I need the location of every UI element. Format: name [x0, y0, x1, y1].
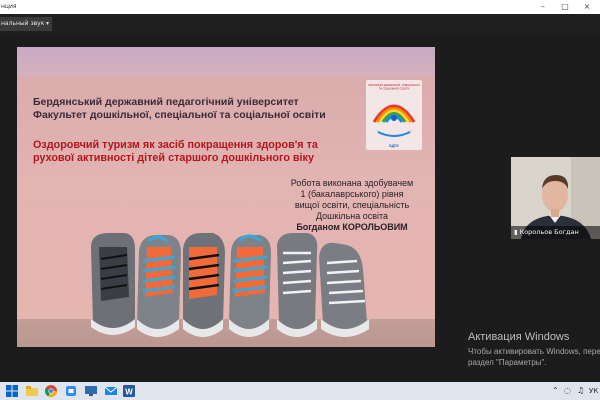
app-icon[interactable]	[64, 384, 78, 398]
network-icon[interactable]: ◌	[564, 382, 571, 400]
shoe-blue-2	[229, 234, 271, 337]
close-icon[interactable]: ×	[576, 0, 598, 14]
activation-watermark-line2: раздел "Параметры".	[468, 358, 547, 367]
volume-icon[interactable]: ♫	[577, 382, 584, 400]
file-explorer-icon[interactable]	[25, 384, 39, 398]
participant-video[interactable]: ▮ Корольов Богдан	[511, 157, 600, 239]
mail-icon[interactable]	[104, 384, 118, 398]
window-titlebar: нция – □ ×	[0, 0, 600, 14]
shoe-white-2	[319, 242, 369, 337]
participant-name-tag: ▮ Корольов Богдан	[511, 226, 600, 239]
audio-source-dropdown[interactable]: нальный звук ▾	[0, 17, 52, 31]
chevron-down-icon: ▾	[45, 20, 49, 27]
maximize-icon[interactable]: □	[554, 0, 576, 14]
activation-watermark-line1: Чтобы активировать Windows, перей	[468, 347, 600, 356]
start-icon[interactable]	[5, 384, 19, 398]
chrome-icon[interactable]	[44, 384, 58, 398]
language-indicator[interactable]: УК	[589, 382, 598, 400]
shoe-blue-1	[137, 235, 181, 337]
window-title: нция	[1, 3, 17, 10]
minimize-icon[interactable]: –	[532, 0, 554, 14]
taskbar: W ⌃ ◌ ♫ УК	[0, 382, 600, 400]
shoes-photo	[91, 233, 369, 337]
activation-watermark-text: Чтобы активировать Windows, перей раздел…	[468, 346, 600, 368]
shared-slide: Бердянський державний педагогічний уніве…	[17, 47, 435, 347]
word-icon[interactable]: W	[122, 384, 136, 398]
audio-source-label: нальный звук	[1, 20, 45, 27]
chevron-up-icon[interactable]: ⌃	[552, 382, 559, 400]
shoe-grey-2	[183, 233, 225, 337]
participant-name: Корольов Богдан	[519, 228, 579, 236]
shoe-white-1	[277, 233, 318, 337]
shoe-grey-1	[91, 233, 135, 335]
meeting-toolbar: нальный звук ▾	[0, 14, 600, 34]
monitor-icon[interactable]	[84, 384, 98, 398]
activation-watermark-title: Активация Windows	[468, 331, 570, 343]
signal-bars-icon: ▮	[514, 228, 518, 236]
svg-text:W: W	[125, 388, 133, 397]
